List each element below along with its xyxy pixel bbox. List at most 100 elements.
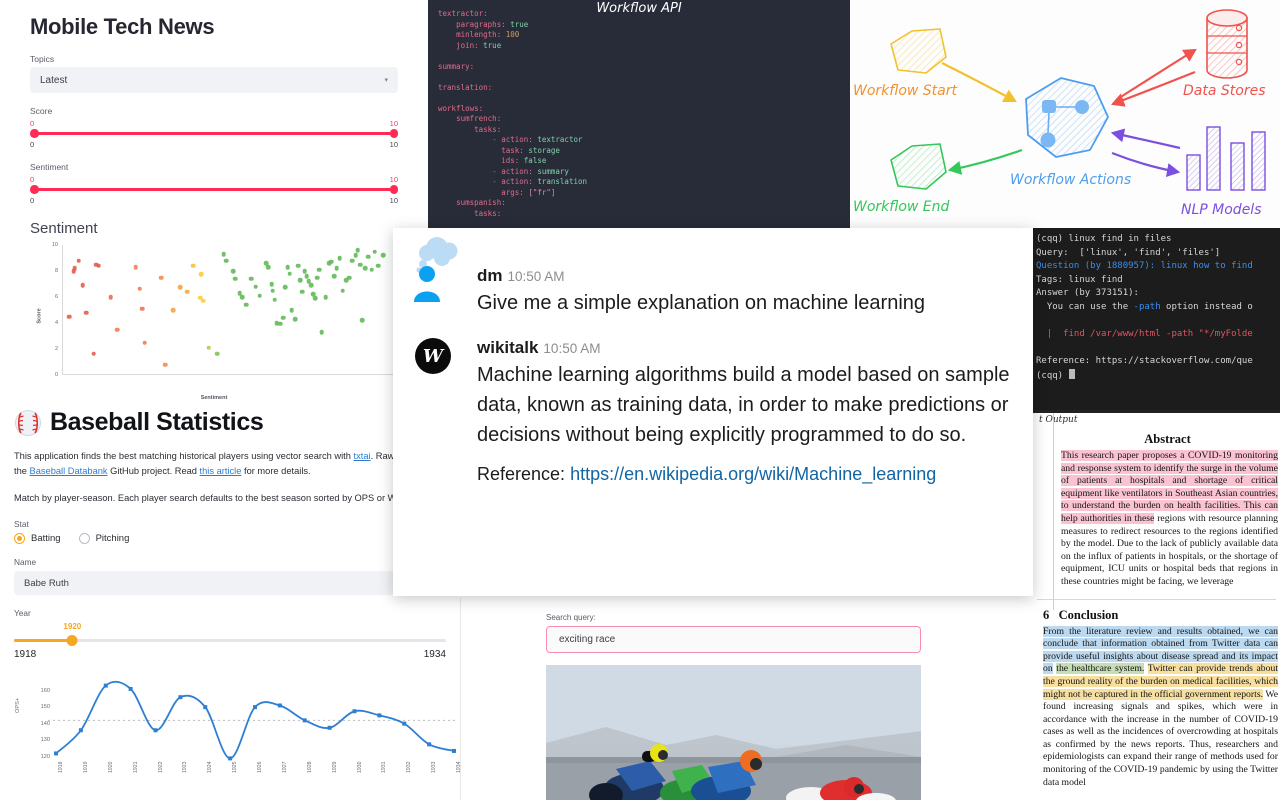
score-slider[interactable] (30, 129, 398, 138)
scatter-y-tick: 8 (54, 268, 58, 274)
node-data-stores (1206, 9, 1248, 79)
sentiment-high-value: 10 (389, 175, 398, 184)
topics-selected-value: Latest (40, 74, 68, 86)
radio-pitching[interactable]: Pitching (78, 533, 129, 544)
image-search-panel: Search query: exciting race (460, 598, 1033, 800)
terminal-output[interactable]: (cqq) linux find in files Query: ['linux… (1033, 228, 1280, 384)
scatter-plot-area (64, 245, 394, 375)
scatter-point (114, 327, 120, 332)
scatter-point (315, 275, 320, 280)
txtai-link[interactable]: txtai (354, 451, 371, 461)
abstract-body: This research paper proposes a COVID-19 … (1055, 450, 1280, 589)
search-input[interactable]: exciting race (546, 626, 921, 653)
ops-y-tick: 120 (40, 753, 50, 760)
ops-data-point (103, 683, 108, 688)
ops-y-tick: 150 (40, 704, 50, 711)
scatter-point (80, 283, 85, 288)
message-reference: Reference: https://en.wikipedia.org/wiki… (477, 464, 1011, 485)
message-header: wikitalk 10:50 AM (477, 338, 1011, 358)
baseball-page-title: Baseball Statistics (50, 408, 264, 436)
scatter-y-axis-label: Score (36, 308, 43, 324)
person-icon (414, 237, 458, 302)
conclusion-number: 6 (1043, 607, 1050, 622)
ops-x-tick: 1921 (132, 761, 139, 773)
radio-batting[interactable]: Batting (14, 533, 61, 544)
scatter-point (270, 288, 275, 293)
scatter-y-tick: 10 (51, 242, 58, 248)
paper-column-rule (1053, 413, 1054, 610)
score-range-labels: 0 10 (30, 140, 398, 149)
scatter-point (317, 267, 322, 272)
intro-text-1: This application finds the best matching… (14, 451, 354, 461)
year-label: Year (14, 608, 31, 618)
name-input[interactable]: Babe Ruth (14, 571, 446, 595)
terminal-panel[interactable]: (cqq) linux find in files Query: ['linux… (1033, 228, 1280, 410)
ops-x-tick: 1928 (306, 761, 313, 773)
scatter-point (289, 307, 295, 313)
chat-message-bot: W wikitalk 10:50 AM Machine learning algo… (393, 318, 1033, 485)
ops-x-tick: 1926 (257, 761, 263, 773)
ops-data-point (352, 709, 357, 714)
scatter-point (359, 318, 365, 323)
year-slider-fill (14, 639, 73, 642)
year-slider-handle[interactable] (66, 635, 78, 646)
this-article-link[interactable]: this article (200, 466, 242, 476)
stat-radio-group: Batting Pitching (14, 533, 446, 544)
scatter-point (162, 362, 168, 367)
baseball-databank-link[interactable]: Baseball Databank (30, 466, 108, 476)
scatter-point (206, 345, 212, 350)
thought-cloud-icon (416, 237, 458, 273)
ops-x-tick: 1929 (331, 761, 338, 773)
scatter-y-tick: 6 (54, 294, 58, 300)
wikitalk-logo-icon: W (415, 338, 451, 374)
scatter-point (240, 294, 245, 300)
race-image-svg (546, 665, 921, 800)
race-result-image[interactable] (546, 665, 921, 800)
ops-data-point (54, 751, 58, 756)
ops-data-point (228, 756, 233, 761)
sentiment-slider[interactable] (30, 185, 398, 194)
score-slider-handle-max[interactable] (389, 129, 398, 138)
scatter-point (302, 268, 307, 274)
diagram-svg: Workflow Start Workflow Actions Workflow… (853, 9, 1266, 218)
score-slider-handle-min[interactable] (30, 129, 39, 138)
search-input-value: exciting race (559, 634, 616, 645)
scatter-point (362, 266, 368, 271)
sentiment-label: Sentiment (30, 162, 69, 172)
scatter-point (366, 254, 371, 259)
avatar (414, 237, 463, 318)
arrow-nlp-to-actions (1110, 128, 1181, 150)
baseball-match-paragraph: Match by player-season. Each player sear… (14, 493, 402, 503)
paper-divider (1037, 598, 1276, 600)
scatter-point (71, 268, 76, 274)
scatter-point (272, 297, 278, 302)
message-text: Machine learning algorithms build a mode… (477, 364, 1010, 446)
workflow-yaml-code[interactable]: textractor: paragraphs: true minlength: … (428, 0, 850, 219)
sentiment-slider-handle-max[interactable] (389, 185, 398, 194)
scatter-point (108, 294, 114, 300)
year-slider[interactable]: 1920 (14, 622, 446, 646)
year-slider-value: 1920 (63, 622, 82, 631)
conclusion-title: Conclusion (1058, 607, 1119, 622)
intro-text-4: GitHub project. Read (107, 466, 200, 476)
scatter-point (230, 268, 236, 274)
scatter-point (243, 302, 249, 308)
scatter-point (308, 283, 314, 288)
radio-batting-indicator (14, 533, 25, 544)
reference-link[interactable]: https://en.wikipedia.org/wiki/Machine_le… (570, 464, 936, 484)
topics-select[interactable]: Latest ▾ (30, 67, 398, 93)
ops-x-tick: 1925 (232, 761, 239, 773)
workflow-api-title: Workflow API (596, 1, 682, 16)
radio-pitching-indicator (78, 533, 90, 544)
ops-x-tick: 1924 (207, 761, 214, 773)
scatter-point (350, 258, 355, 263)
ops-data-point (302, 718, 307, 723)
mobile-tech-news-panel: Mobile Tech News Topics Latest ▾ Score 0… (0, 0, 428, 400)
ops-data-point (377, 713, 382, 718)
reference-label: Reference: (477, 464, 566, 484)
scatter-point (191, 263, 196, 269)
sentiment-range-labels: 0 10 (30, 196, 398, 205)
sentiment-slider-handle-min[interactable] (30, 185, 39, 194)
ops-x-tick: 1918 (58, 761, 64, 773)
scatter-point (84, 310, 89, 315)
